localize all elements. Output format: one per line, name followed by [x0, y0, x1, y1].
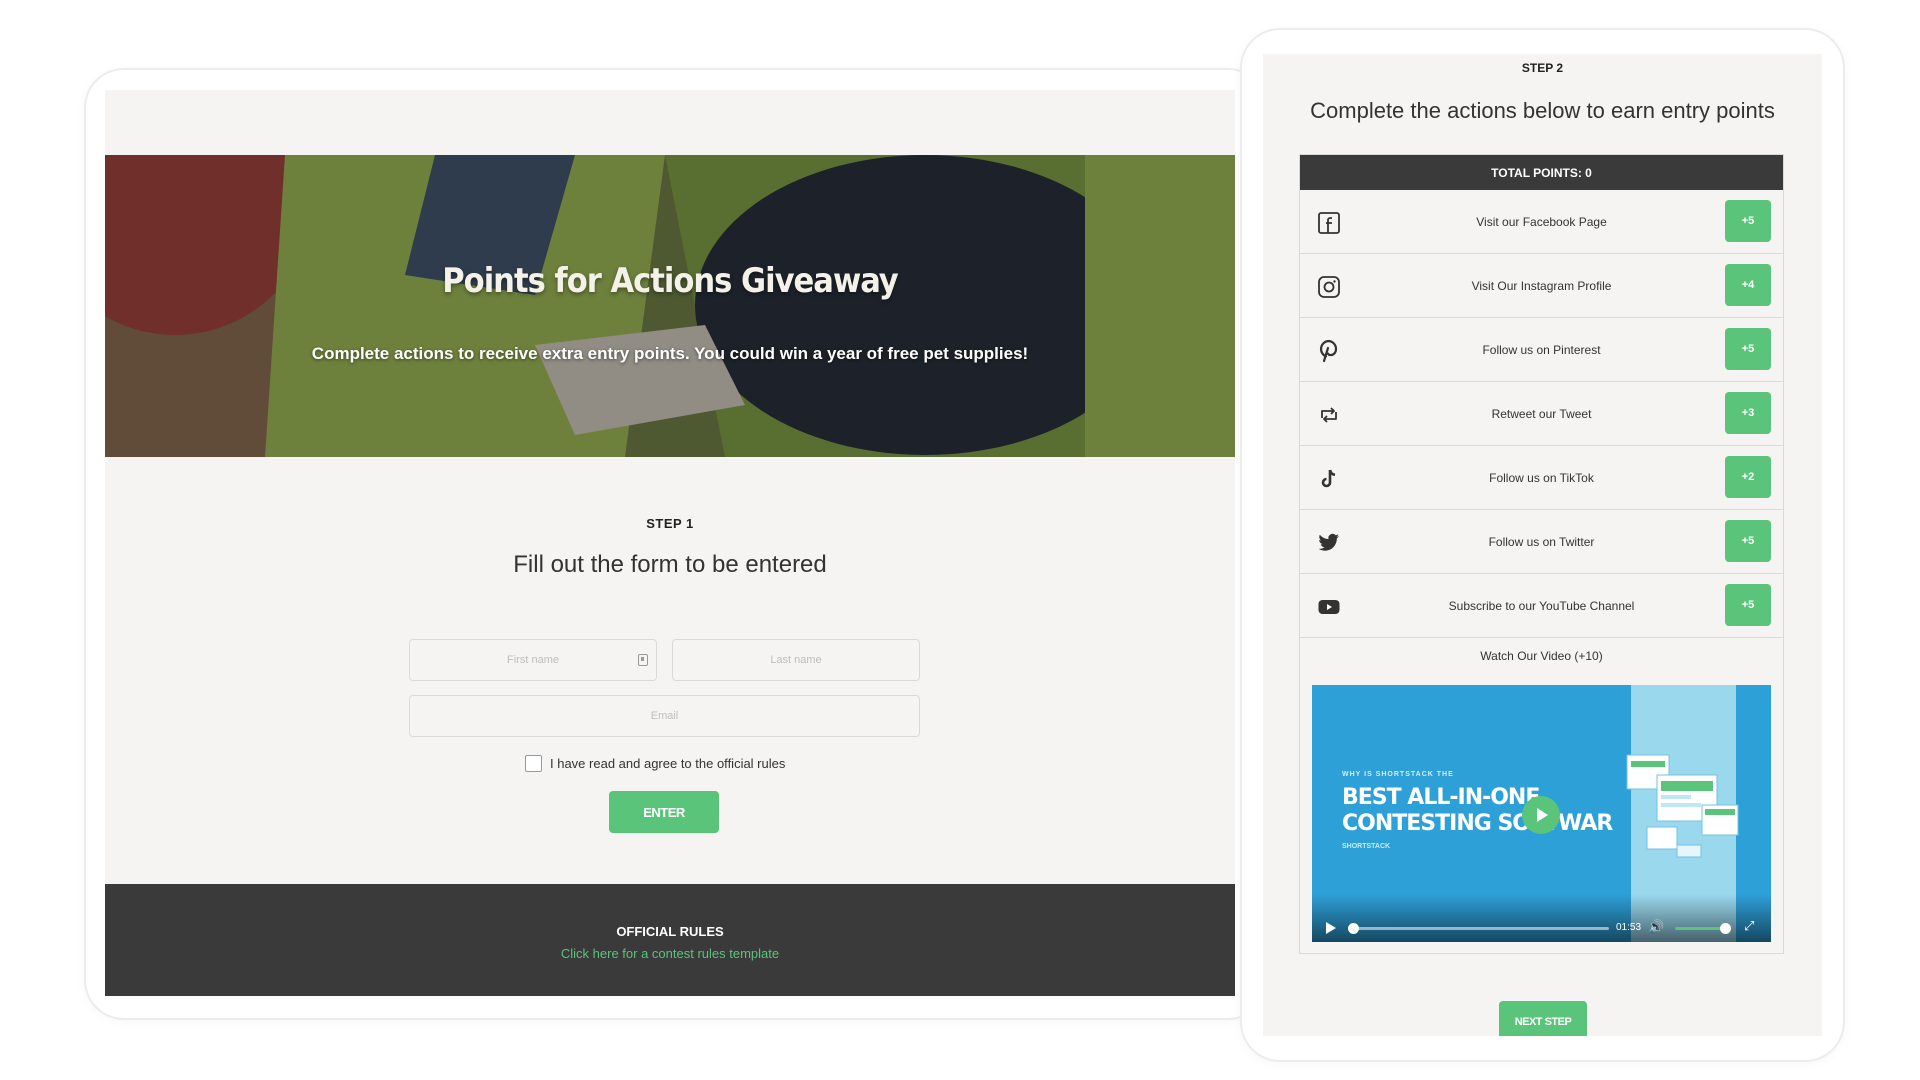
action-row-instagram[interactable]: Visit Our Instagram Profile +4	[1300, 254, 1783, 318]
action-label: Retweet our Tweet	[1491, 406, 1592, 421]
volume-slider[interactable]	[1675, 927, 1725, 930]
video-center-play-button[interactable]	[1522, 796, 1560, 834]
video-title-line1: BEST ALL-IN-ONE	[1342, 785, 1540, 810]
action-label: Follow us on Pinterest	[1482, 342, 1601, 357]
tablet-screen: STEP 2 Complete the actions below to ear…	[1263, 54, 1822, 1036]
points-button[interactable]: +5	[1725, 520, 1771, 562]
action-label: Follow us on Twitter	[1488, 534, 1595, 549]
video-progress-bar[interactable]	[1354, 927, 1609, 930]
agree-label: I have read and agree to the official ru…	[550, 756, 786, 771]
last-name-field[interactable]: Last name	[672, 639, 920, 681]
step2-label: STEP 2	[1521, 61, 1564, 75]
rules-title: OFFICIAL RULES	[616, 924, 724, 939]
video-title-line2: CONTESTING SOFTWAR	[1342, 811, 1613, 836]
action-label: Visit Our Instagram Profile	[1471, 278, 1612, 293]
step1-heading: Fill out the form to be entered	[513, 551, 827, 578]
fullscreen-icon[interactable]: ⤢	[1744, 918, 1754, 934]
youtube-icon	[1316, 594, 1342, 620]
action-row-pinterest[interactable]: Follow us on Pinterest +5	[1300, 318, 1783, 382]
video-progress-knob[interactable]	[1348, 923, 1359, 934]
agree-row: I have read and agree to the official ru…	[525, 755, 785, 772]
video-controls: 01:53 🔊 ⤢	[1312, 894, 1771, 942]
first-name-field[interactable]: First name	[409, 639, 657, 681]
points-button[interactable]: +2	[1725, 456, 1771, 498]
hero-title: Points for Actions Giveaway	[442, 261, 898, 301]
next-step-button[interactable]: NEXT STEP	[1499, 1001, 1587, 1036]
hero-overlay	[105, 155, 1235, 457]
video-kicker: WHY IS SHORTSTACK THE	[1342, 771, 1454, 778]
action-row-tiktok[interactable]: Follow us on TikTok +2	[1300, 446, 1783, 510]
rules-link[interactable]: Click here for a contest rules template	[105, 946, 1235, 961]
play-icon[interactable]	[1326, 922, 1336, 934]
action-row-retweet[interactable]: Retweet our Tweet +3	[1300, 382, 1783, 446]
points-button[interactable]: +3	[1725, 392, 1771, 434]
action-label: Follow us on TikTok	[1489, 470, 1594, 485]
tablet-frame: STEP 2 Complete the actions below to ear…	[1242, 30, 1843, 1060]
agree-checkbox[interactable]	[525, 755, 542, 772]
action-label: Subscribe to our YouTube Channel	[1448, 598, 1635, 613]
video-brand: SHORTSTACK	[1342, 843, 1391, 850]
volume-icon[interactable]: 🔊	[1648, 919, 1664, 935]
watch-video-label: Watch Our Video (+10)	[1480, 649, 1603, 663]
step2-heading: Complete the actions below to earn entry…	[1310, 98, 1775, 123]
first-name-placeholder: First name	[507, 654, 559, 666]
devices-illustration	[1626, 754, 1739, 858]
email-field[interactable]: Email	[409, 695, 920, 737]
email-placeholder: Email	[650, 710, 679, 722]
desktop-screen: Points for Actions Giveaway Complete act…	[105, 90, 1235, 996]
twitter-icon	[1316, 530, 1342, 556]
points-button[interactable]: +5	[1725, 200, 1771, 242]
pinterest-icon	[1316, 338, 1342, 364]
hero-banner: Points for Actions Giveaway Complete act…	[105, 155, 1235, 457]
total-points-bar: TOTAL POINTS: 0	[1300, 155, 1783, 190]
instagram-icon	[1316, 274, 1342, 300]
volume-knob[interactable]	[1720, 923, 1731, 934]
retweet-icon	[1316, 402, 1342, 428]
facebook-icon	[1316, 210, 1342, 236]
tiktok-icon	[1316, 466, 1342, 492]
points-button[interactable]: +5	[1725, 584, 1771, 626]
video-player[interactable]: WHY IS SHORTSTACK THE BEST ALL-IN-ONE CO…	[1312, 685, 1771, 942]
step1-label: STEP 1	[646, 516, 694, 531]
video-time: 01:53	[1616, 922, 1642, 933]
hero-subtitle: Complete actions to receive extra entry …	[311, 344, 1029, 363]
last-name-placeholder: Last name	[770, 654, 822, 666]
desktop-frame: Points for Actions Giveaway Complete act…	[86, 70, 1266, 1018]
actions-panel: TOTAL POINTS: 0 Visit our Facebook Page …	[1299, 154, 1784, 954]
action-row-youtube[interactable]: Subscribe to our YouTube Channel +5	[1300, 574, 1783, 638]
points-button[interactable]: +5	[1725, 328, 1771, 370]
points-button[interactable]: +4	[1725, 264, 1771, 306]
action-label: Visit our Facebook Page	[1476, 214, 1607, 229]
rules-footer: OFFICIAL RULES Click here for a contest …	[105, 884, 1235, 996]
action-row-facebook[interactable]: Visit our Facebook Page +5	[1300, 190, 1783, 254]
contact-card-icon	[638, 654, 648, 666]
enter-button[interactable]: ENTER	[609, 791, 719, 833]
action-row-twitter[interactable]: Follow us on Twitter +5	[1300, 510, 1783, 574]
